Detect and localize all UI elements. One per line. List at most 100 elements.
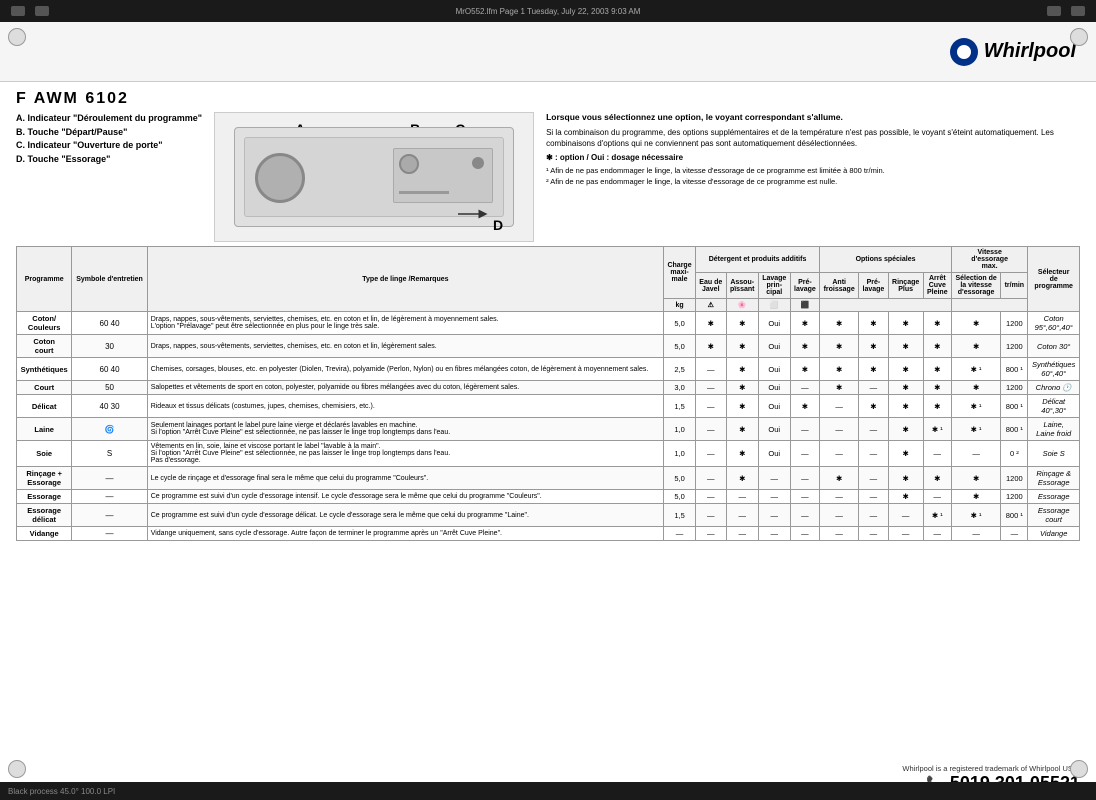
table-row: Synthétiques60 40Chemises, corsages, blo… <box>17 358 1080 381</box>
table-cell: — <box>820 395 859 418</box>
col-header-assoupissant: Assou-pïssant <box>726 273 758 299</box>
table-cell: Synthétiques <box>17 358 72 381</box>
table-cell: — <box>888 527 923 541</box>
col-sym-javel: ⚠ <box>695 299 726 312</box>
corner-mark-br <box>1070 760 1088 778</box>
table-cell: — <box>726 527 758 541</box>
table-cell: ✱ <box>923 467 951 490</box>
col-header-charge: Chargemaxi-male <box>664 247 696 299</box>
col-header-lavage: Lavageprin-cipal <box>758 273 790 299</box>
table-cell: — <box>859 418 888 441</box>
table-cell: Oui <box>758 441 790 467</box>
table-cell: — <box>72 467 147 490</box>
machine-diagram: A B C <box>214 112 534 242</box>
table-cell: 5,0 <box>664 467 696 490</box>
col-header-prelavage2: Pré-lavage <box>859 273 888 299</box>
table-cell: 60 40 <box>72 312 147 335</box>
table-cell: Essorage <box>17 490 72 504</box>
col-header-prelavage: Pré-lavage <box>790 273 819 299</box>
table-cell: Rinçage & Essorage <box>1028 467 1080 490</box>
table-cell: Coton 95°,60°,40° <box>1028 312 1080 335</box>
table-cell: 1,0 <box>664 441 696 467</box>
table-cell: 800 ¹ <box>1001 358 1028 381</box>
indicator-b: B. Touche "Départ/Pause" <box>16 126 202 140</box>
table-cell: ✱ <box>951 381 1000 395</box>
col-header-detergent: Détergent et produits additifs <box>695 247 819 273</box>
table-cell: Délicat 40°,30° <box>1028 395 1080 418</box>
film-hole-4 <box>1071 6 1085 16</box>
col-header-anti-froissage: Antifroissage <box>820 273 859 299</box>
table-cell: Ce programme est suivi d'un cycle d'esso… <box>147 490 663 504</box>
table-cell: — <box>790 467 819 490</box>
col-header-type: Type de linge /Remarques <box>147 247 663 312</box>
corner-mark-bl <box>8 760 26 778</box>
table-cell: — <box>1001 527 1028 541</box>
table-cell: — <box>790 527 819 541</box>
col-header-eau-javel: Eau deJavel <box>695 273 726 299</box>
model-prefix: F <box>16 90 26 108</box>
page-wrapper: MrO552.lfm Page 1 Tuesday, July 22, 2003… <box>0 0 1096 800</box>
table-cell: Oui <box>758 381 790 395</box>
table-cell: ✱ <box>859 358 888 381</box>
table-cell: ✱ <box>923 395 951 418</box>
table-cell: — <box>951 527 1000 541</box>
col-sym-assoup: 🌸 <box>726 299 758 312</box>
table-cell: Laine, Laine froid <box>1028 418 1080 441</box>
film-hole-1 <box>11 6 25 16</box>
table-cell: ✱ ¹ <box>951 504 1000 527</box>
table-cell: 🌀 <box>72 418 147 441</box>
table-cell: — <box>72 504 147 527</box>
table-cell: ✱ <box>859 335 888 358</box>
corner-mark-tl <box>8 28 26 46</box>
table-cell: — <box>695 527 726 541</box>
info-box: Lorsque vous sélectionnez une option, le… <box>546 112 1080 187</box>
table-cell: Chrono 🕐 <box>1028 381 1080 395</box>
diagram-label-d: D <box>493 217 503 233</box>
table-cell: Rinçage + Essorage <box>17 467 72 490</box>
col-header-vitesse: Vitessed'essoragemax. <box>951 247 1027 273</box>
table-cell: ✱ <box>726 418 758 441</box>
bottom-strip-text: Black process 45.0° 100.0 LPI <box>8 787 115 796</box>
film-hole-2 <box>35 6 49 16</box>
col-header-selection: Sélection dela vitessed'essorage <box>951 273 1000 299</box>
film-hole-3 <box>1047 6 1061 16</box>
table-cell: — <box>859 527 888 541</box>
table-row: Coton/ Couleurs60 40Draps, nappes, sous-… <box>17 312 1080 335</box>
table-cell: Vêtements en lin, soie, laine et viscose… <box>147 441 663 467</box>
info-para1: Si la combinaison du programme, des opti… <box>546 127 1080 149</box>
table-row: Vidange—Vidange uniquement, sans cycle d… <box>17 527 1080 541</box>
table-cell: — <box>859 467 888 490</box>
table-cell: 1,5 <box>664 395 696 418</box>
table-cell: Soie S <box>1028 441 1080 467</box>
table-cell: Rideaux et tissus délicats (costumes, ju… <box>147 395 663 418</box>
table-cell: ✱ <box>923 312 951 335</box>
indicator-d: D. Touche "Essorage" <box>16 153 202 167</box>
table-cell: ✱ <box>726 381 758 395</box>
table-cell: Vidange uniquement, sans cycle d'essorag… <box>147 527 663 541</box>
table-cell: 3,0 <box>664 381 696 395</box>
table-cell: Soie <box>17 441 72 467</box>
table-cell: 60 40 <box>72 358 147 381</box>
table-cell: — <box>695 441 726 467</box>
table-cell: Court <box>17 381 72 395</box>
table-row: Essorage — Ce programme est suivi d'un cyc… <box>17 490 1080 504</box>
table-cell: — <box>758 490 790 504</box>
arrow-d <box>458 204 488 224</box>
col-header-selecteur: Sélecteurdeprogramme <box>1028 247 1080 312</box>
table-cell: Oui <box>758 418 790 441</box>
whirlpool-logo-icon <box>950 38 978 66</box>
footer-trademark: Whirlpool is a registered trademark of W… <box>902 764 1080 773</box>
table-cell: — <box>695 504 726 527</box>
table-cell: ✱ <box>888 490 923 504</box>
table-cell: ✱ <box>820 358 859 381</box>
table-cell: ✱ <box>859 395 888 418</box>
col-header-options: Options spéciales <box>820 247 952 273</box>
table-cell: ✱ <box>859 312 888 335</box>
table-cell: ✱ <box>790 312 819 335</box>
table-cell: ✱ ¹ <box>951 395 1000 418</box>
table-cell: — <box>951 441 1000 467</box>
table-cell: Synthétiques 60°,40° <box>1028 358 1080 381</box>
table-cell: — <box>695 418 726 441</box>
table-cell: ✱ <box>695 312 726 335</box>
table-row: Délicat40 30Rideaux et tissus délicats (… <box>17 395 1080 418</box>
